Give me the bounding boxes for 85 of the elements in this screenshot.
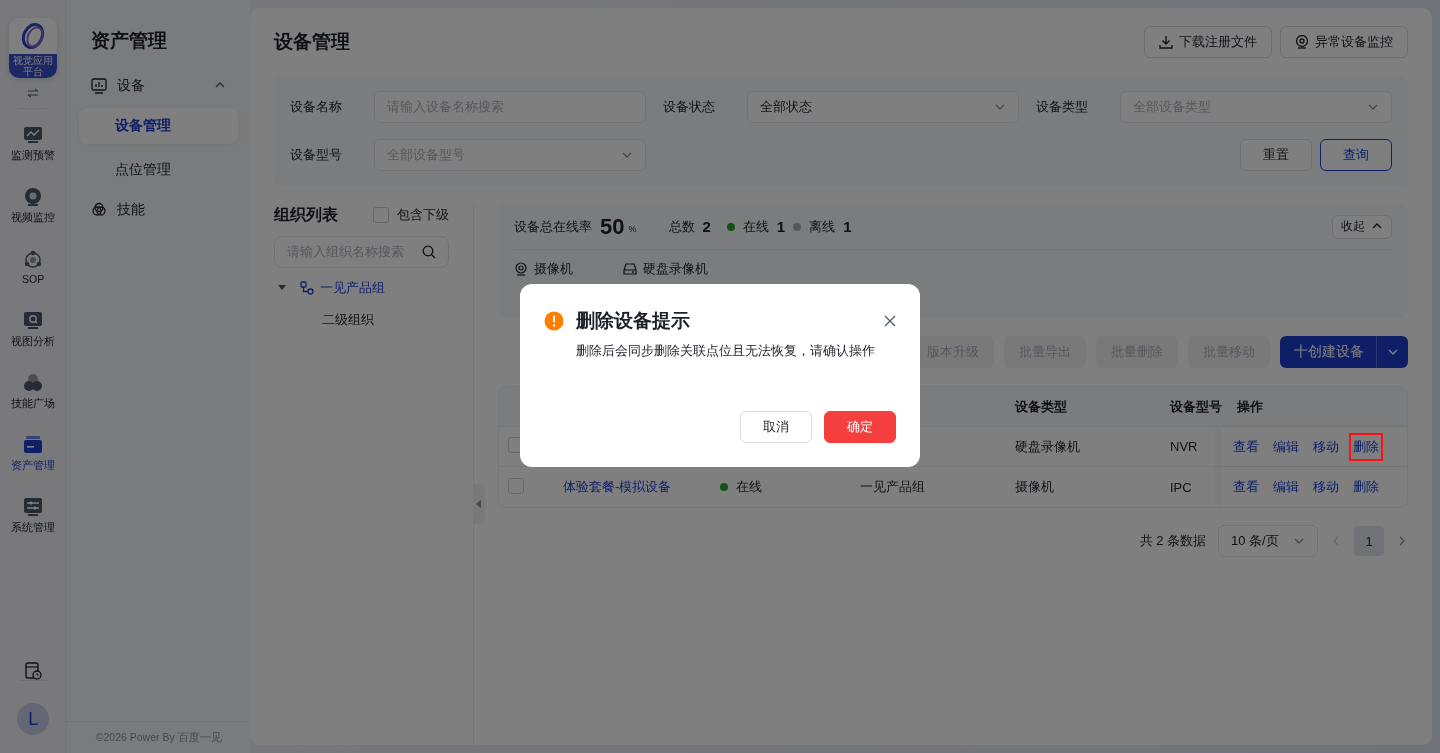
action-link[interactable]: 移动 [1313,437,1339,456]
stat-label: 在线 [742,217,769,236]
rail-nav-item[interactable]: 视频监控 [11,183,56,245]
stat-label: 设备总在线率 [514,217,592,236]
status-dot [793,222,802,231]
status-dot [726,222,735,231]
stat-value: 1 [776,218,786,235]
dialog-title: 删除设备提示 [576,309,691,333]
table-cell-text: NVR [1169,439,1199,454]
action-link[interactable]: 编辑 [1273,478,1299,496]
collapse-button[interactable]: 收起 [1332,214,1392,239]
monitor-icon [91,78,108,94]
table-cell-text: 摄像机 [1014,478,1055,496]
close-icon[interactable] [884,315,896,327]
swap-icon[interactable] [27,88,40,98]
device-type-label: 摄像机 [534,260,573,278]
header-button[interactable]: 下载注册文件 [1144,26,1272,58]
stat-label: 总数 [668,217,695,236]
stat-value: 50 [600,213,625,240]
tree-node[interactable]: 二级组织 [274,304,449,336]
page-title: 设备管理 [274,30,350,54]
action-link[interactable]: 查看 [1233,478,1259,496]
action-link[interactable]: 删除 [1349,432,1383,461]
column-header: 设备型号 [1169,397,1221,416]
page-size-select[interactable]: 10 条/页 [1218,525,1318,557]
sliders-icon [23,497,44,517]
stat-value: 1 [843,218,852,235]
cancel-button[interactable]: 取消 [740,411,812,443]
rail-nav-item[interactable]: 视图分析 [11,307,56,369]
sidebar-item[interactable]: 技能 [79,192,238,228]
collapse-handle[interactable] [473,484,485,524]
header-button[interactable]: 异常设备监控 [1280,26,1408,58]
confirm-button[interactable]: 确定 [824,411,896,443]
rail-nav-item[interactable]: 技能广场 [11,369,56,431]
hard-drive-icon [623,262,637,276]
warning-icon [544,311,564,331]
page-number[interactable]: 1 [1354,526,1384,556]
device-name-link[interactable]: 体验套餐-模拟设备 [563,479,672,494]
user-avatar[interactable]: L [17,703,50,735]
org-chart-icon [300,281,314,295]
device-type-label: 硬盘录像机 [643,260,708,278]
stat-unit: % [628,224,637,234]
filter-label: 设备型号 [290,146,343,164]
filter-label: 设备名称 [290,98,343,116]
rail-nav-item[interactable]: 系统管理 [11,493,56,555]
include-sub-checkbox[interactable]: 包含下级 [373,206,449,224]
total-count: 共 2 条数据 [1139,532,1206,550]
action-link[interactable]: 查看 [1233,437,1259,456]
rail-nav-item[interactable]: 资产管理 [11,431,56,493]
reset-button[interactable]: 重置 [1240,139,1312,171]
logo-caption: 视觉应用平台 [9,54,58,78]
column-header: 设备类型 [1014,397,1068,416]
dialog-message: 删除后会同步删除关联点位且无法恢复，请确认操作 [576,343,876,360]
action-link[interactable]: 移动 [1313,478,1339,496]
column-header: 操作 [1236,397,1264,416]
row-checkbox[interactable] [508,477,524,494]
action-link[interactable]: 编辑 [1273,437,1299,456]
filter-label: 设备状态 [663,98,716,116]
sidebar-subitem[interactable]: 点位管理 [79,152,238,188]
sidebar-item[interactable]: 设备 [79,68,238,104]
table-cell-text: IPC [1169,479,1193,495]
search-monitor-icon [23,311,44,331]
tree-node[interactable]: 一见产品组 [274,272,449,304]
webcam-icon [514,262,528,276]
panel-title: 组织列表 [274,204,338,225]
sidebar-subitem[interactable]: 设备管理 [79,108,238,144]
sidebar-title: 资产管理 [90,29,169,53]
nodes-icon [23,249,44,269]
select-field[interactable]: 全部状态 [747,91,1019,123]
download-icon [1159,35,1173,49]
table-cell-text: 硬盘录像机 [1014,437,1081,456]
table-cell: 在线 [736,478,762,496]
stat-label: 离线 [809,217,836,236]
rail-nav-item[interactable]: SOP [22,245,45,307]
chart-monitor-icon [23,125,44,145]
app-logo[interactable]: 视觉应用平台 [9,18,58,78]
rail-nav-item[interactable]: 监测预警 [11,121,56,183]
triangle-left-icon [476,500,482,508]
search-icon [422,245,436,259]
stat-value: 2 [702,218,711,235]
action-link[interactable]: 删除 [1353,478,1379,496]
query-button[interactable]: 查询 [1320,139,1392,171]
filter-label: 设备类型 [1036,98,1089,116]
task-clock-icon[interactable] [24,662,43,680]
camera-icon [23,187,44,207]
